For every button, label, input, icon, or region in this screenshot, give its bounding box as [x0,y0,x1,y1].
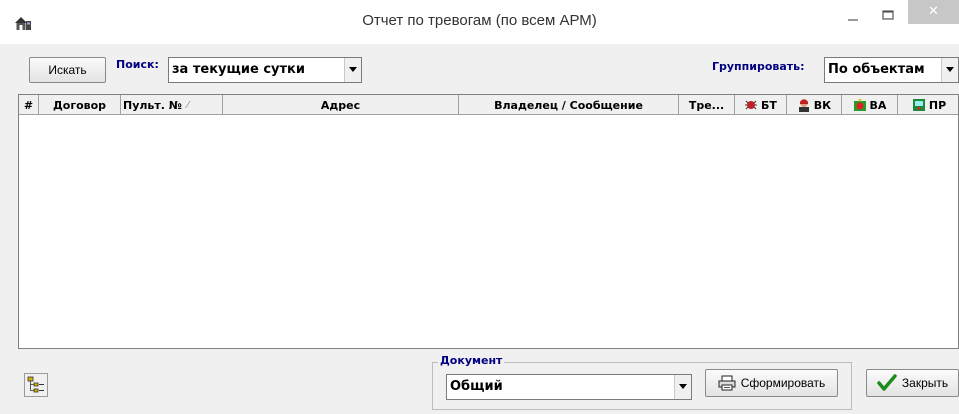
group-label: Группировать: [712,60,805,73]
column-header-number[interactable]: # [19,95,39,115]
column-header-contract[interactable]: Договор [39,95,121,115]
search-label: Поиск: [116,58,159,71]
report-panel: Искать Поиск: за текущие сутки Группиров… [0,44,959,414]
close-button-label: Закрыть [901,376,949,390]
sort-icon: ⁄ [187,99,189,111]
chevron-down-icon[interactable] [344,58,361,82]
document-group-legend: Документ [438,354,505,367]
window-title: Отчет по тревогам (по всем АРМ) [362,12,597,29]
column-header-vk[interactable]: ВК [787,95,842,115]
checkmark-icon [877,374,897,391]
generate-button-label: Сформировать [740,376,826,390]
close-button[interactable]: Закрыть [866,369,959,397]
column-header-pr[interactable]: ПР [898,95,959,115]
column-header-bt[interactable]: БТ [735,95,787,115]
minimize-icon[interactable] [842,8,864,26]
chevron-down-icon[interactable] [674,375,691,399]
chevron-down-icon[interactable] [941,58,958,82]
close-window-button[interactable]: ✕ [908,0,959,24]
title-bar: Отчет по тревогам (по всем АРМ) ✕ [0,0,959,44]
printer-icon [718,375,736,391]
fire-icon [853,99,866,111]
column-header-va[interactable]: ВА [842,95,898,115]
column-header-console-number[interactable]: Пульт. № ⁄ [121,95,223,115]
period-select-value: за текущие сутки [172,62,305,77]
generate-button[interactable]: Сформировать [705,369,838,397]
device-icon [912,99,925,111]
maximize-icon[interactable] [876,8,900,26]
document-select-value: Общий [450,379,503,394]
group-select[interactable]: По объектам [824,57,959,83]
column-header-owner-message[interactable]: Владелец / Сообщение [459,95,679,115]
tree-list-icon [27,376,44,393]
close-icon: ✕ [928,3,939,18]
search-button[interactable]: Искать [29,57,106,83]
column-header-alarm[interactable]: Тре... [679,95,735,115]
person-icon [798,99,809,112]
alarm-table[interactable]: # Договор Пульт. № ⁄ Адрес Владелец / Со… [18,94,959,349]
document-select[interactable]: Общий [446,374,692,400]
table-header: # Договор Пульт. № ⁄ Адрес Владелец / Со… [19,95,958,115]
columns-settings-button[interactable] [24,373,48,397]
group-select-value: По объектам [828,62,925,77]
alarm-bell-icon [745,100,758,110]
period-select[interactable]: за текущие сутки [168,57,362,83]
column-header-address[interactable]: Адрес [223,95,459,115]
